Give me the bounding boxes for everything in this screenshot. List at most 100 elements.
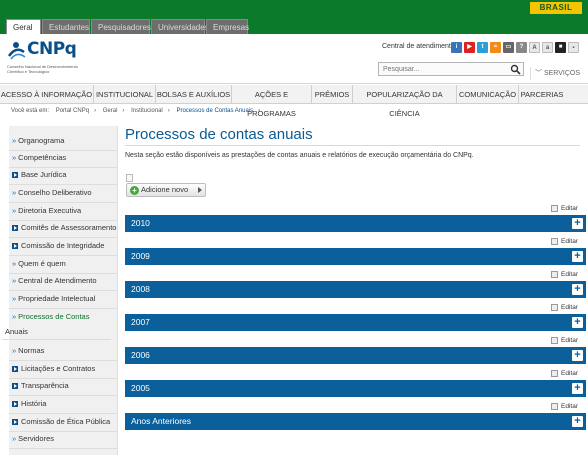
sidebar-item-comites-assessoramento[interactable]: Comitês de Assessoramento	[9, 219, 118, 238]
edit-icon	[551, 403, 558, 410]
section-2009[interactable]: 2009 +	[125, 248, 586, 265]
tab-estudantes[interactable]: Estudantes	[42, 19, 90, 34]
logo-subtitle: Conselho Nacional de Desenvolvimento Cie…	[7, 64, 78, 74]
lock-icon[interactable]: ▪	[568, 42, 579, 53]
bullet-icon: »	[12, 312, 17, 321]
bullet-icon: »	[12, 276, 17, 285]
nav-bolsas-auxilios[interactable]: BOLSAS E AUXÍLIOS	[156, 85, 232, 104]
nav-institucional[interactable]: INSTITUCIONAL	[94, 85, 156, 104]
nav-acesso-informacao[interactable]: ACESSO À INFORMAÇÃO	[0, 85, 94, 104]
font-decrease-icon[interactable]: a	[542, 42, 553, 53]
sidebar-item-base-juridica[interactable]: Base Jurídica	[9, 166, 118, 185]
tab-empresas[interactable]: Empresas	[206, 19, 249, 34]
sidebar-item-competencias[interactable]: » Competências	[9, 149, 118, 168]
sidebar-item-comissao-etica[interactable]: Comissão de Ética Pública	[9, 413, 118, 432]
nav-parcerias[interactable]: PARCERIAS	[519, 85, 565, 104]
servicos-menu[interactable]: ﹀ SERVIÇOS	[530, 67, 588, 80]
edit-link[interactable]: Editar	[551, 370, 578, 377]
breadcrumb: Você está em: Portal CNPq › Geral › Instit…	[11, 108, 265, 114]
edit-label: Editar	[561, 370, 578, 378]
sidebar-item-propriedade-intelectual[interactable]: » Propriedade Intelectual	[9, 290, 118, 309]
expand-icon[interactable]: +	[572, 416, 583, 427]
edit-icon	[551, 370, 558, 377]
section-2008[interactable]: 2008 +	[125, 281, 586, 298]
tab-geral[interactable]: Geral	[6, 19, 41, 34]
search-box	[378, 62, 524, 76]
nav-comunicacao[interactable]: COMUNICAÇÃO	[457, 85, 519, 104]
bullet-icon: »	[12, 136, 17, 145]
sidebar-item-licitacoes-contratos[interactable]: Licitações e Contratos	[9, 360, 118, 379]
edit-link[interactable]: Editar	[551, 205, 578, 212]
tab-universidades[interactable]: Universidades	[151, 19, 209, 34]
sidebar-item-processos-contas[interactable]: » Processos de Contas	[9, 308, 118, 326]
section-2005[interactable]: 2005 +	[125, 380, 586, 397]
breadcrumb-item[interactable]: Geral	[103, 108, 118, 114]
section-anos-anteriores[interactable]: Anos Anteriores +	[125, 413, 586, 430]
expand-icon[interactable]: +	[572, 218, 583, 229]
sidebar-item-historia[interactable]: História	[9, 395, 118, 414]
expand-arrow-icon	[12, 243, 18, 250]
sidebar-item-diretoria-executiva[interactable]: » Diretoria Executiva	[9, 202, 118, 221]
section-2010[interactable]: 2010 +	[125, 215, 586, 232]
expand-arrow-icon	[12, 401, 18, 408]
tab-pesquisadores[interactable]: Pesquisadores	[91, 19, 151, 34]
sidebar-item-label: Normas	[18, 346, 45, 355]
sidebar-item-transparencia[interactable]: Transparência	[9, 377, 118, 396]
gov-top-bar: BRASIL	[0, 0, 588, 16]
help-icon[interactable]: i	[451, 42, 462, 53]
sidebar-item-label: Conselho Deliberativo	[18, 188, 92, 197]
page-title: Processos de contas anuais	[125, 126, 313, 143]
sidebar-item-organograma[interactable]: » Organograma	[9, 132, 118, 151]
sidebar-item-comissao-integridade[interactable]: Comissão de Integridade	[9, 237, 118, 256]
sidebar-item-label: Comissão de Integridade	[21, 241, 105, 250]
edit-icon	[551, 304, 558, 311]
sidebar-item-normas[interactable]: » Normas	[9, 342, 118, 361]
edit-link[interactable]: Editar	[551, 337, 578, 344]
chat-icon[interactable]: ▭	[503, 42, 514, 53]
sidebar-item-anuais[interactable]: Anuais	[2, 325, 111, 340]
sidebar-item-label: Licitações e Contratos	[21, 364, 96, 373]
contrast-icon[interactable]: ■	[555, 42, 566, 53]
expand-icon[interactable]: +	[572, 251, 583, 262]
sidebar-item-label: Anuais	[5, 327, 28, 336]
edit-link[interactable]: Editar	[551, 403, 578, 410]
nav-premios[interactable]: PRÊMIOS	[312, 85, 353, 104]
section-title: 2005	[131, 383, 150, 393]
twitter-icon[interactable]: t	[477, 42, 488, 53]
expand-icon[interactable]: +	[572, 317, 583, 328]
nav-popularizacao-ciencia[interactable]: POPULARIZAÇÃO DA CIÊNCIA	[353, 85, 457, 118]
nav-acoes-programas[interactable]: AÇÕES E PROGRAMAS	[232, 85, 312, 118]
breadcrumb-prefix: Você está em:	[11, 108, 50, 114]
edit-link[interactable]: Editar	[551, 238, 578, 245]
expand-icon[interactable]: +	[572, 284, 583, 295]
search-input[interactable]	[379, 63, 499, 75]
cnpq-logo-icon[interactable]	[7, 40, 27, 60]
edit-icon	[551, 271, 558, 278]
edit-icon	[551, 205, 558, 212]
expand-icon[interactable]: +	[572, 383, 583, 394]
logo-wordmark[interactable]: CNPq	[27, 39, 77, 59]
sidebar-item-label: Quem é quem	[18, 259, 66, 268]
youtube-icon[interactable]: ▶	[464, 42, 475, 53]
sidebar-item-conselho-deliberativo[interactable]: » Conselho Deliberativo	[9, 184, 118, 203]
add-new-button[interactable]: + Adicione novo	[126, 183, 206, 197]
question-icon[interactable]: ?	[516, 42, 527, 53]
audience-tabs: Geral Estudantes Pesquisadores Universid…	[0, 16, 588, 34]
edit-link[interactable]: Editar	[551, 304, 578, 311]
search-icon[interactable]	[510, 64, 521, 75]
section-2006[interactable]: 2006 +	[125, 347, 586, 364]
expand-icon[interactable]: +	[572, 350, 583, 361]
sidebar-item-quem-e-quem[interactable]: » Quem é quem	[9, 255, 118, 274]
breadcrumb-item[interactable]: Institucional	[131, 108, 163, 114]
edit-link[interactable]: Editar	[551, 271, 578, 278]
central-atendimento-link[interactable]: Central de atendimento	[382, 43, 455, 50]
sidebar-item-servidores[interactable]: » Servidores	[9, 430, 118, 449]
breadcrumb-item[interactable]: Portal CNPq	[56, 108, 89, 114]
font-increase-icon[interactable]: A	[529, 42, 540, 53]
sidebar-item-central-atendimento[interactable]: » Central de Atendimento	[9, 272, 118, 291]
section-2007[interactable]: 2007 +	[125, 314, 586, 331]
bullet-icon: »	[12, 153, 17, 162]
brasil-gov-link[interactable]: BRASIL	[530, 2, 582, 14]
rss-icon[interactable]: ≈	[490, 42, 501, 53]
expand-arrow-icon	[12, 172, 18, 179]
